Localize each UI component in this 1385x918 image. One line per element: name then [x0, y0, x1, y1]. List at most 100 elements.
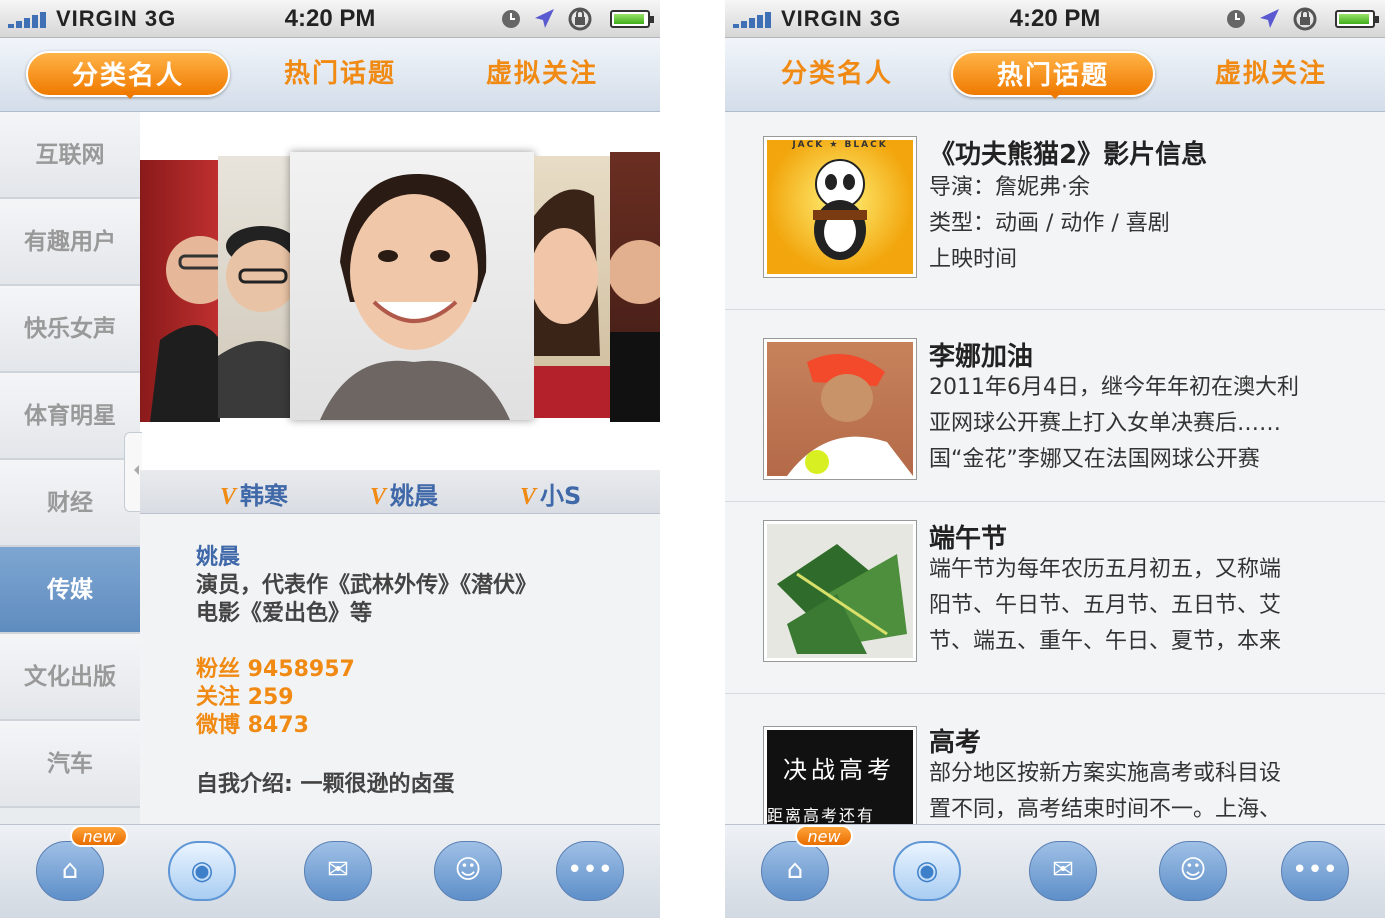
clock-icon — [1227, 10, 1245, 28]
category-item-fun-users[interactable]: 有趣用户 — [0, 199, 140, 286]
verified-v-icon: V — [370, 484, 387, 510]
rotation-lock-icon — [1293, 7, 1317, 31]
weibo-count: 微博 8473 — [196, 713, 309, 738]
screen-hot-topics: VIRGIN 3G 4:20 PM 分类名人 热门话题 虚拟关注 JACK ★ … — [725, 0, 1385, 918]
eye-button[interactable]: ◉ — [168, 841, 236, 901]
home-icon: ⌂ — [786, 855, 804, 885]
category-item-sports-stars[interactable]: 体育明星 — [0, 373, 140, 460]
photo-card[interactable] — [534, 156, 612, 418]
more-button[interactable]: ••• — [1281, 841, 1349, 901]
status-bar: VIRGIN 3G 4:20 PM — [725, 0, 1385, 38]
topic-item-gaokao[interactable]: 决战高考 距离高考还有 高考 部分地区按新方案实施高考或科目设 置不同，高考结束… — [725, 694, 1385, 824]
topic-line: 置不同，高考结束时间不一。上海、 — [929, 797, 1282, 822]
category-item-auto[interactable]: 汽车 — [0, 721, 140, 808]
home-icon: ⌂ — [61, 855, 79, 885]
profile-info: 姚晨 演员，代表作《武林外传》《潜伏》 电影《爱出色》等 粉丝 9458957 … — [196, 544, 646, 740]
topic-line: 端午节为每年农历五月初五，又称端 — [929, 557, 1282, 582]
topic-item-li-na[interactable]: 李娜加油 2011年6月4日，继今年年初在澳大利 亚网球公开赛上打入女单决赛后…… — [725, 310, 1385, 502]
battery-icon — [610, 10, 654, 28]
fans-count: 粉丝 9458957 — [196, 657, 355, 682]
tab-virtual-follow[interactable]: 虚拟关注 — [1169, 51, 1373, 97]
photo-card[interactable] — [610, 152, 660, 422]
mail-icon: ✉ — [1052, 855, 1074, 885]
home-button[interactable]: ⌂ — [761, 841, 829, 901]
topic-text: 2011年6月4日，继今年年初在澳大利 亚网球公开赛上打入女单决赛后…… 国“金… — [929, 370, 1369, 478]
location-arrow-icon — [535, 9, 554, 28]
battery-icon — [1335, 10, 1379, 28]
photo-card[interactable] — [218, 156, 298, 418]
contact-icon: ☺ — [454, 855, 482, 885]
new-badge: new — [795, 825, 853, 847]
contact-icon: ☺ — [1179, 855, 1207, 885]
topic-line: 节、端五、重午、午日、夏节，本来 — [929, 629, 1282, 654]
self-intro: 自我介绍: 一颗很逊的卤蛋 — [196, 772, 455, 797]
topic-line: 类型：动画 / 动作 / 喜剧 — [929, 211, 1170, 236]
verified-v-icon: V — [520, 484, 537, 510]
mail-icon: ✉ — [327, 855, 349, 885]
topic-line: 亚网球公开赛上打入女单决赛后…… — [929, 411, 1282, 436]
bottom-toolbar: ⌂ new ◉ ✉ ☺ ••• — [0, 824, 660, 918]
topic-item-kung-fu-panda[interactable]: JACK ★ BLACK 《功夫熊猫2》影片信息 导演：詹妮弗·余 类型：动画 … — [725, 112, 1385, 310]
topic-title: 高考 — [929, 728, 982, 758]
category-item-finance[interactable]: 财经 — [0, 460, 140, 547]
rotation-lock-icon — [568, 7, 592, 31]
verified-v-icon: V — [220, 484, 237, 510]
topic-line: 国“金花”李娜又在法国网球公开赛 — [929, 447, 1260, 472]
more-icon: ••• — [1291, 855, 1338, 885]
topic-text: 导演：詹妮弗·余 类型：动画 / 动作 / 喜剧 上映时间 — [929, 170, 1369, 278]
following-count: 关注 259 — [196, 685, 294, 710]
topic-list: JACK ★ BLACK 《功夫熊猫2》影片信息 导演：詹妮弗·余 类型：动画 … — [725, 112, 1385, 824]
eye-button[interactable]: ◉ — [893, 841, 961, 901]
eye-icon: ◉ — [915, 856, 939, 886]
bottom-toolbar: ⌂ new ◉ ✉ ☺ ••• — [725, 824, 1385, 918]
topic-thumbnail — [763, 338, 917, 480]
carousel-name-xiao-s[interactable]: V 小S — [520, 476, 581, 511]
topic-thumbnail: JACK ★ BLACK — [763, 136, 917, 278]
status-bar: VIRGIN 3G 4:20 PM — [0, 0, 660, 38]
eye-icon: ◉ — [190, 856, 214, 886]
topic-line: 上映时间 — [929, 247, 1018, 272]
top-tabs: 分类名人 热门话题 虚拟关注 — [0, 38, 660, 112]
screen-celebrities: VIRGIN 3G 4:20 PM 分类名人 热门话题 虚拟关注 互联网 有趣用… — [0, 0, 660, 918]
mail-button[interactable]: ✉ — [1029, 841, 1097, 901]
category-list: 互联网 有趣用户 快乐女声 体育明星 财经 传媒 文化出版 汽车 — [0, 112, 140, 824]
tab-celebrities[interactable]: 分类名人 — [26, 51, 230, 99]
profile-desc-line1: 演员，代表作《武林外传》《潜伏》 — [196, 573, 538, 598]
tab-virtual-follow[interactable]: 虚拟关注 — [440, 51, 644, 97]
topic-thumbnail — [763, 520, 917, 662]
photo-card[interactable] — [140, 160, 220, 422]
location-arrow-icon — [1260, 9, 1279, 28]
topic-item-dragon-boat[interactable]: 端午节 端午节为每年农历五月初五，又称端 阳节、午日节、五月节、五日节、艾 节、… — [725, 502, 1385, 694]
tab-celebrities[interactable]: 分类名人 — [735, 51, 939, 97]
topic-text: 端午节为每年农历五月初五，又称端 阳节、午日节、五月节、五日节、艾 节、端五、重… — [929, 552, 1369, 660]
category-item-culture-publishing[interactable]: 文化出版 — [0, 634, 140, 721]
profile-name[interactable]: 姚晨 — [196, 544, 646, 572]
mail-button[interactable]: ✉ — [304, 841, 372, 901]
top-tabs: 分类名人 热门话题 虚拟关注 — [725, 38, 1385, 112]
carousel-name-yao-chen[interactable]: V 姚晨 — [370, 476, 438, 511]
topic-text: 部分地区按新方案实施高考或科目设 置不同，高考结束时间不一。上海、 — [929, 756, 1369, 824]
topic-line: 阳节、午日节、五月节、五日节、艾 — [929, 593, 1282, 618]
celebrity-carousel[interactable] — [140, 112, 660, 514]
topic-line: 2011年6月4日，继今年年初在澳大利 — [929, 375, 1299, 400]
profile-desc-line2: 电影《爱出色》等 — [196, 601, 373, 626]
contact-button[interactable]: ☺ — [1159, 841, 1227, 901]
tab-hot-topics[interactable]: 热门话题 — [951, 51, 1155, 99]
photo-card-yao-chen[interactable] — [290, 152, 534, 420]
contact-button[interactable]: ☺ — [434, 841, 502, 901]
tab-hot-topics[interactable]: 热门话题 — [238, 51, 442, 97]
carousel-name-han-han[interactable]: V 韩寒 — [220, 476, 288, 511]
category-item-happy-girls[interactable]: 快乐女声 — [0, 286, 140, 373]
category-item-media[interactable]: 传媒 — [0, 547, 140, 634]
home-button[interactable]: ⌂ — [36, 841, 104, 901]
clock-icon — [502, 10, 520, 28]
topic-title: 李娜加油 — [929, 342, 1034, 372]
category-item-internet[interactable]: 互联网 — [0, 112, 140, 199]
topic-title: 端午节 — [929, 524, 1008, 554]
carousel-name-strip: V 韩寒 V 姚晨 V 小S — [140, 470, 660, 514]
topic-line: 部分地区按新方案实施高考或科目设 — [929, 761, 1282, 786]
topic-line: 导演：詹妮弗·余 — [929, 175, 1090, 200]
more-button[interactable]: ••• — [556, 841, 624, 901]
topic-title: 《功夫熊猫2》影片信息 — [929, 140, 1208, 170]
topic-thumbnail: 决战高考 距离高考还有 — [763, 726, 917, 824]
